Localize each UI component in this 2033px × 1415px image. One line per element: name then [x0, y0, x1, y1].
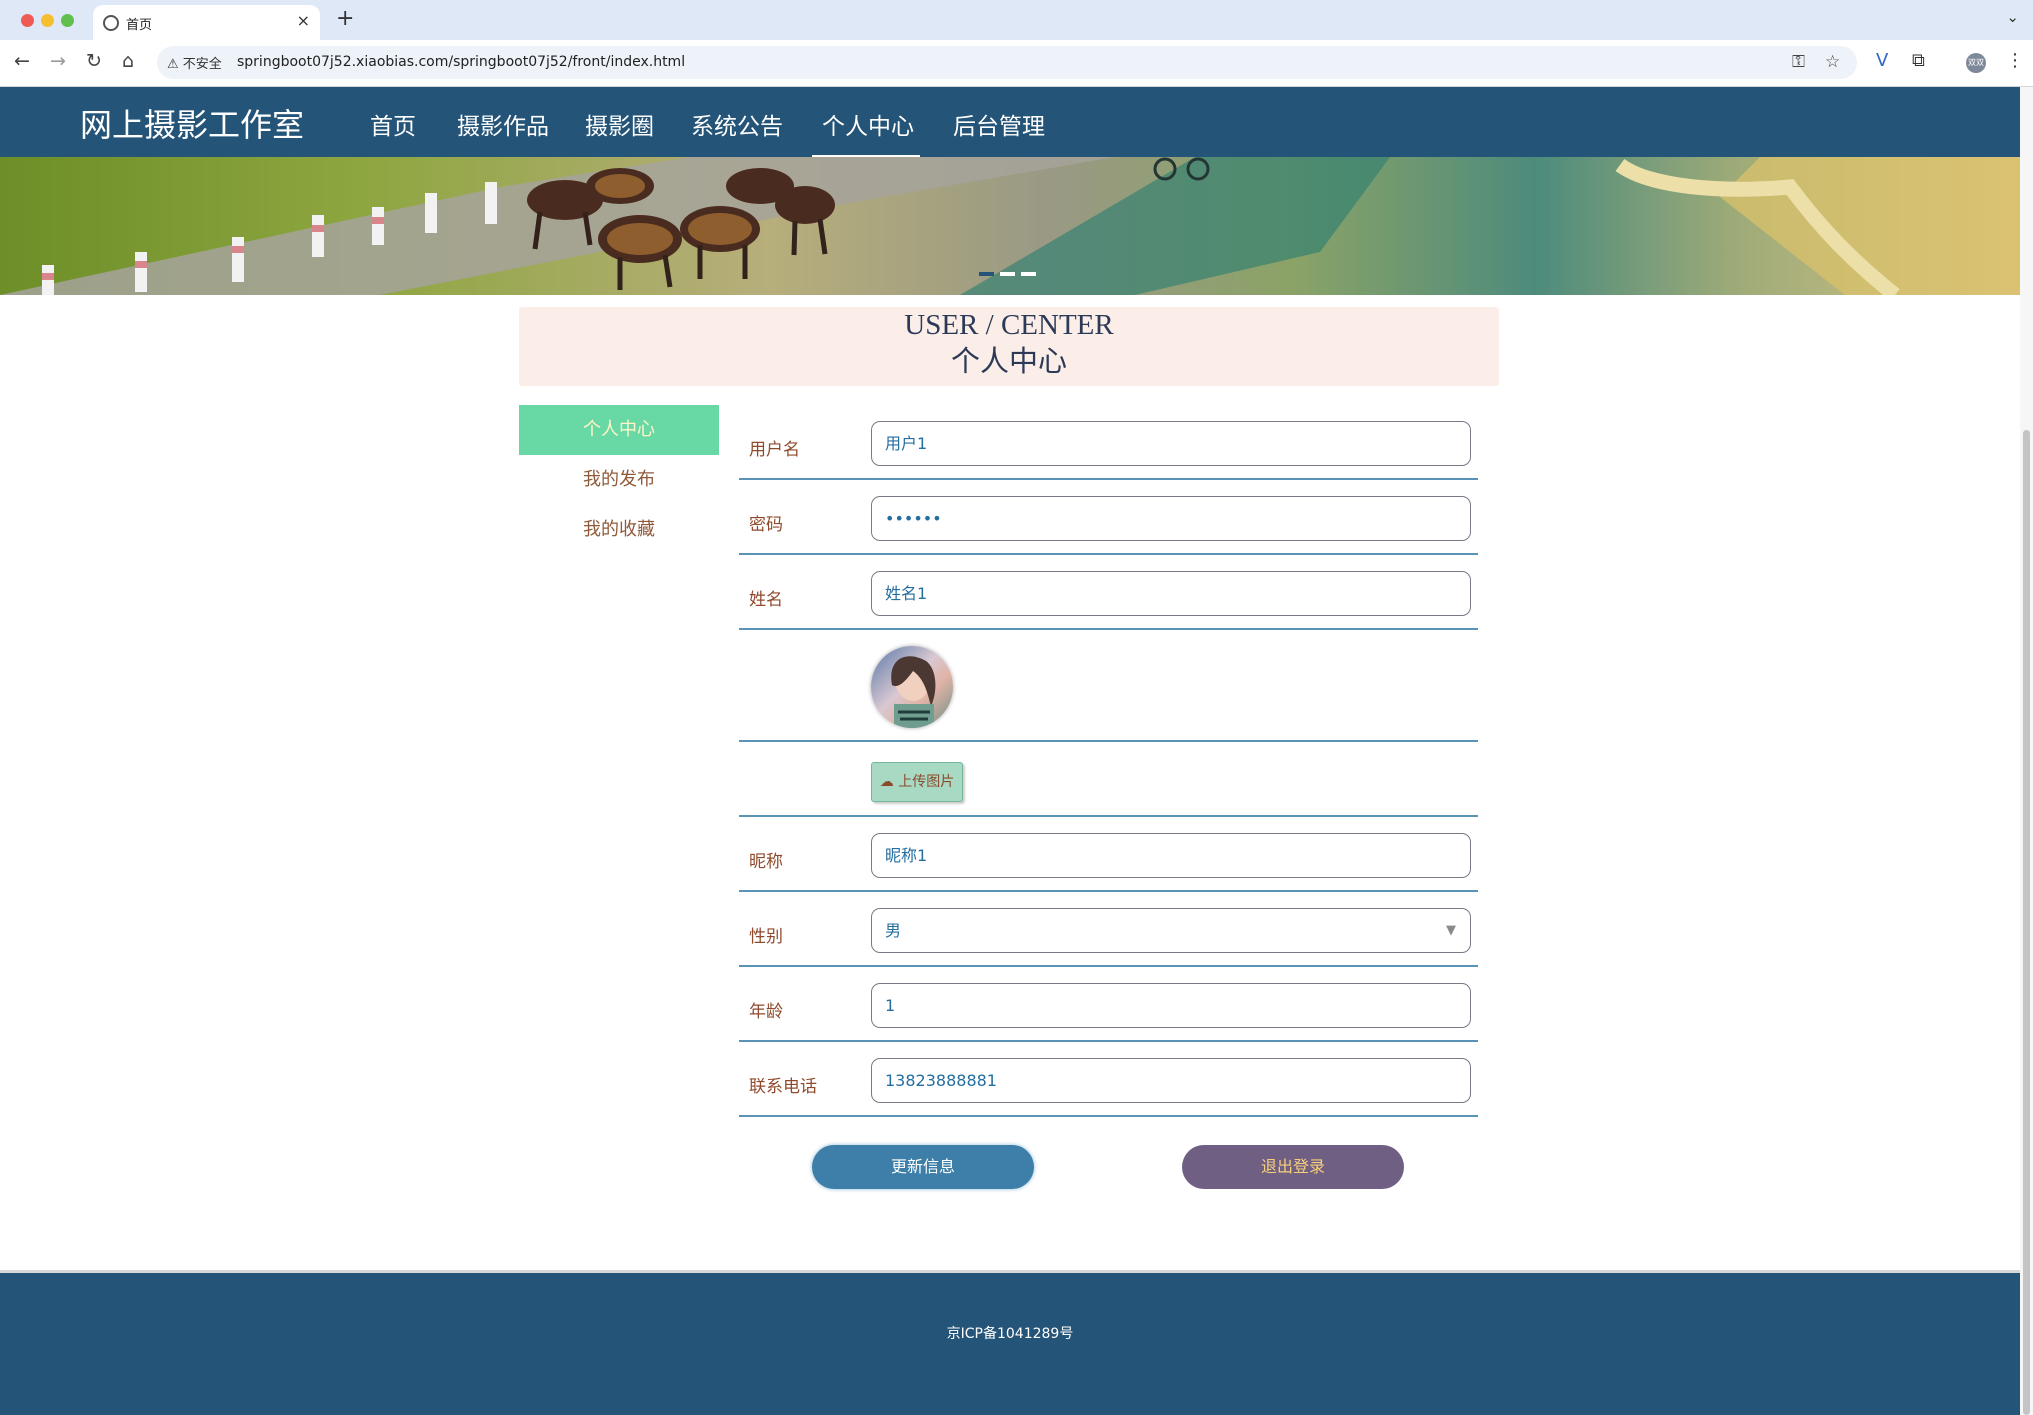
- extension-v-icon[interactable]: V: [1876, 50, 1888, 71]
- minimize-window-button[interactable]: [41, 14, 54, 27]
- avatar-row: [739, 630, 1478, 742]
- browser-tab-strip: 首页 × + ⌄: [0, 0, 2033, 40]
- upload-row: ☁ 上传图片: [739, 742, 1478, 817]
- tab-title: 首页: [126, 18, 153, 33]
- close-window-button[interactable]: [21, 14, 34, 27]
- username-label: 用户名: [749, 440, 800, 460]
- user-sidebar: 个人中心 我的发布 我的收藏: [519, 405, 719, 555]
- nav-photography-works[interactable]: 摄影作品: [457, 107, 549, 141]
- avatar-portrait-illustration: [891, 656, 936, 728]
- reload-icon[interactable]: ↻: [86, 50, 102, 72]
- chevron-down-icon: ▼: [1446, 923, 1456, 938]
- username-input[interactable]: 用户1: [871, 421, 1471, 466]
- update-info-button[interactable]: 更新信息: [812, 1145, 1034, 1189]
- nav-announcements[interactable]: 系统公告: [691, 107, 783, 141]
- gender-label: 性别: [749, 927, 783, 947]
- back-icon[interactable]: ←: [14, 50, 30, 72]
- star-icon[interactable]: ☆: [1825, 52, 1840, 72]
- nav-user-center[interactable]: 个人中心: [822, 107, 914, 141]
- gender-row: 性别 男 ▼: [739, 892, 1478, 967]
- sidebar-item-my-favorites[interactable]: 我的收藏: [519, 505, 719, 555]
- address-bar[interactable]: ⚠ 不安全 springboot07j52.xiaobias.com/sprin…: [157, 46, 1857, 79]
- nickname-label: 昵称: [749, 852, 783, 872]
- gender-select[interactable]: 男 ▼: [871, 908, 1471, 953]
- browser-toolbar: ← → ↻ ⌂ ⚠ 不安全 springboot07j52.xiaobias.c…: [0, 40, 2033, 87]
- nav-photography-circle[interactable]: 摄影圈: [585, 107, 654, 141]
- carousel-dot[interactable]: [979, 272, 994, 276]
- security-warning-label: 不安全: [182, 57, 222, 72]
- user-center-title-cn: 个人中心: [950, 346, 1067, 378]
- extensions-icon[interactable]: ⧉: [1912, 50, 1925, 71]
- security-warning[interactable]: ⚠ 不安全: [167, 53, 222, 72]
- age-row: 年龄 1: [739, 967, 1478, 1042]
- browser-tab[interactable]: 首页 ×: [93, 5, 320, 40]
- vertical-scrollbar[interactable]: [2020, 87, 2033, 1415]
- carousel-dot[interactable]: [1021, 272, 1036, 276]
- upload-image-button[interactable]: ☁ 上传图片: [871, 762, 963, 802]
- globe-icon: [103, 15, 119, 31]
- footer: 京ICP备1041289号: [0, 1270, 2020, 1415]
- home-icon[interactable]: ⌂: [122, 50, 134, 72]
- icp-license: 京ICP备1041289号: [946, 1326, 1074, 1342]
- new-tab-icon[interactable]: +: [336, 6, 354, 31]
- forward-icon[interactable]: →: [50, 50, 66, 72]
- name-row: 姓名 姓名1: [739, 555, 1478, 630]
- close-tab-icon[interactable]: ×: [297, 11, 310, 30]
- password-label: 密码: [749, 515, 783, 535]
- site-title[interactable]: 网上摄影工作室: [80, 100, 304, 146]
- sidebar-item-my-posts[interactable]: 我的发布: [519, 455, 719, 505]
- logout-button[interactable]: 退出登录: [1182, 1145, 1404, 1189]
- url-text[interactable]: springboot07j52.xiaobias.com/springboot0…: [237, 54, 685, 70]
- more-icon[interactable]: ⋮: [2006, 50, 2024, 71]
- password-row: 密码 ••••••: [739, 480, 1478, 555]
- tab-search-chevron-icon[interactable]: ⌄: [2006, 8, 2019, 26]
- top-navigation: 网上摄影工作室 首页 摄影作品 摄影圈 系统公告 个人中心 后台管理: [0, 87, 2020, 158]
- phone-label: 联系电话: [749, 1077, 817, 1097]
- name-input[interactable]: 姓名1: [871, 571, 1471, 616]
- carousel-dot[interactable]: [1000, 272, 1015, 276]
- page-viewport: 网上摄影工作室 首页 摄影作品 摄影圈 系统公告 个人中心 后台管理 USER …: [0, 87, 2020, 1415]
- user-center-header: USER / CENTER 个人中心: [519, 307, 1499, 386]
- upload-image-label: 上传图片: [898, 774, 955, 790]
- gender-value: 男: [885, 921, 902, 940]
- nickname-input[interactable]: 昵称1: [871, 833, 1471, 878]
- phone-input[interactable]: 13823888881: [871, 1058, 1471, 1103]
- nav-home[interactable]: 首页: [370, 107, 416, 141]
- phone-row: 联系电话 13823888881: [739, 1042, 1478, 1117]
- cloud-upload-icon: ☁: [879, 774, 894, 790]
- scrollbar-thumb[interactable]: [2023, 430, 2030, 1415]
- hero-banner-image: [0, 157, 2020, 295]
- password-input[interactable]: ••••••: [871, 496, 1471, 541]
- username-row: 用户名 用户1: [739, 405, 1478, 480]
- key-icon[interactable]: ⚿: [1792, 52, 1805, 72]
- avatar: [871, 646, 953, 728]
- nickname-row: 昵称 昵称1: [739, 817, 1478, 892]
- carousel-indicators: [979, 261, 1042, 280]
- form-actions: 更新信息 退出登录: [812, 1145, 1404, 1189]
- user-info-form: 用户名 用户1 密码 •••••• 姓名 姓名1 ☁ 上传图片 昵称 昵称1 性…: [739, 405, 1478, 1117]
- age-label: 年龄: [749, 1002, 783, 1022]
- name-label: 姓名: [749, 590, 783, 610]
- sidebar-item-user-center[interactable]: 个人中心: [519, 405, 719, 455]
- age-input[interactable]: 1: [871, 983, 1471, 1028]
- profile-avatar[interactable]: 双双: [1966, 53, 1986, 73]
- nav-admin[interactable]: 后台管理: [953, 107, 1045, 141]
- maximize-window-button[interactable]: [61, 14, 74, 27]
